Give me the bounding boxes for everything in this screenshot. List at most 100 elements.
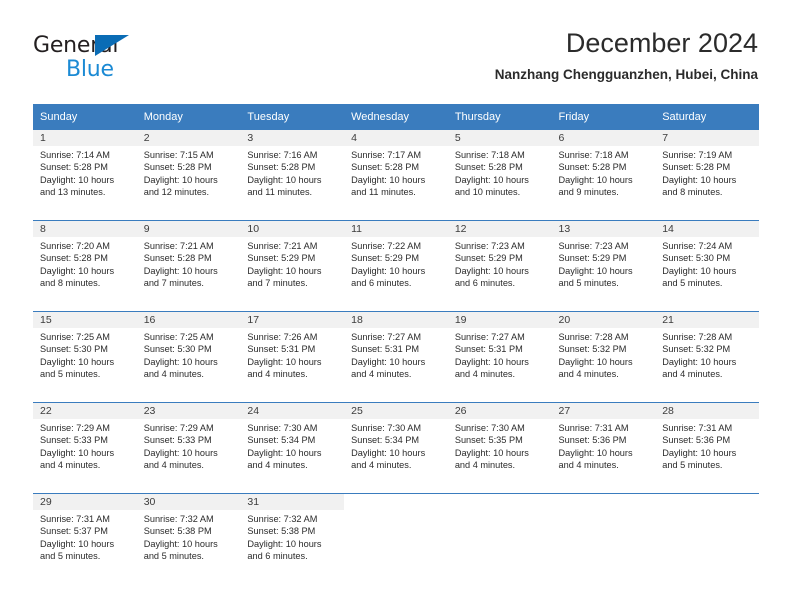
day-number: 21 — [655, 312, 759, 328]
day-number: 28 — [655, 403, 759, 419]
daylight-text-line2: and 4 minutes. — [143, 460, 204, 471]
day-details: Sunrise: 7:29 AM Sunset: 5:33 PM Daylight:… — [33, 419, 137, 472]
day-details: Sunrise: 7:28 AM Sunset: 5:32 PM Daylight:… — [655, 328, 759, 381]
day-cell-inner: 1 Sunrise: 7:14 AM Sunset: 5:28 PM Daylight… — [33, 130, 137, 220]
daylight-text-line1: Daylight: 10 hours — [143, 538, 218, 549]
sunset-text: Sunset: 5:29 PM — [247, 253, 316, 264]
calendar-page: General Blue December 2024 Nanzhang Chen… — [0, 0, 792, 612]
day-details: Sunrise: 7:18 AM Sunset: 5:28 PM Daylight:… — [552, 146, 656, 199]
day-details: Sunrise: 7:21 AM Sunset: 5:28 PM Daylight:… — [137, 237, 241, 290]
day-cell-inner: 8 Sunrise: 7:20 AM Sunset: 5:28 PM Daylight… — [33, 221, 137, 311]
title-block: December 2024 Nanzhang Chengguanzhen, Hu… — [495, 26, 758, 83]
calendar-day-cell[interactable]: 22 Sunrise: 7:29 AM Sunset: 5:33 PM Dayligh… — [33, 402, 137, 494]
sunset-text: Sunset: 5:34 PM — [351, 435, 420, 446]
calendar-day-cell[interactable]: 18 Sunrise: 7:27 AM Sunset: 5:31 PM Dayligh… — [344, 311, 448, 403]
calendar-day-cell[interactable]: 26 Sunrise: 7:30 AM Sunset: 5:35 PM Dayligh… — [447, 402, 552, 494]
daylight-text-line2: and 5 minutes. — [558, 278, 619, 289]
calendar-day-cell[interactable]: 24 Sunrise: 7:30 AM Sunset: 5:34 PM Dayligh… — [240, 402, 345, 494]
day-number: 6 — [551, 130, 656, 146]
sunrise-text: Sunrise: 7:29 AM — [143, 423, 214, 433]
calendar-day-cell[interactable]: 31 Sunrise: 7:32 AM Sunset: 5:38 PM Dayligh… — [240, 493, 345, 584]
sunrise-text: Sunrise: 7:15 AM — [143, 150, 214, 160]
calendar-day-cell[interactable]: 19 Sunrise: 7:27 AM Sunset: 5:31 PM Dayligh… — [447, 311, 552, 403]
calendar-day-cell[interactable]: 3 Sunrise: 7:16 AM Sunset: 5:28 PM Daylight… — [240, 129, 345, 221]
calendar-day-cell[interactable]: 13 Sunrise: 7:23 AM Sunset: 5:29 PM Dayligh… — [551, 220, 656, 312]
calendar-day-cell[interactable]: 21 Sunrise: 7:28 AM Sunset: 5:32 PM Dayligh… — [655, 311, 759, 403]
daylight-text-line2: and 5 minutes. — [662, 460, 723, 471]
daylight-text-line2: and 6 minutes. — [351, 278, 412, 289]
sunset-text: Sunset: 5:28 PM — [143, 253, 212, 264]
day-number — [448, 494, 552, 510]
sunset-text: Sunset: 5:29 PM — [454, 253, 523, 264]
sunrise-text: Sunrise: 7:30 AM — [247, 423, 318, 433]
page-title: December 2024 — [565, 28, 758, 58]
calendar-day-cell[interactable]: 6 Sunrise: 7:18 AM Sunset: 5:28 PM Daylight… — [551, 129, 656, 221]
sunset-text: Sunset: 5:38 PM — [143, 526, 212, 537]
sunrise-text: Sunrise: 7:31 AM — [40, 514, 110, 524]
day-details: Sunrise: 7:19 AM Sunset: 5:28 PM Daylight:… — [655, 146, 759, 199]
calendar-week-row: 15 Sunrise: 7:25 AM Sunset: 5:30 PM Dayligh… — [33, 311, 759, 403]
daylight-text-line1: Daylight: 10 hours — [351, 356, 426, 367]
sunrise-text: Sunrise: 7:31 AM — [662, 423, 733, 433]
weekday-header-saturday: Saturday — [655, 104, 759, 130]
logo-triangle-icon — [95, 35, 129, 56]
sunset-text: Sunset: 5:36 PM — [662, 435, 731, 446]
calendar-day-cell[interactable]: 30 Sunrise: 7:32 AM Sunset: 5:38 PM Dayligh… — [136, 493, 241, 584]
sunset-text: Sunset: 5:28 PM — [143, 162, 212, 173]
logo-text-blue: Blue — [66, 57, 114, 82]
calendar-day-cell[interactable]: 25 Sunrise: 7:30 AM Sunset: 5:34 PM Dayligh… — [344, 402, 448, 494]
calendar-day-cell[interactable]: 2 Sunrise: 7:15 AM Sunset: 5:28 PM Daylight… — [136, 129, 241, 221]
calendar-day-cell[interactable]: 4 Sunrise: 7:17 AM Sunset: 5:28 PM Daylight… — [344, 129, 448, 221]
calendar-day-cell[interactable]: 1 Sunrise: 7:14 AM Sunset: 5:28 PM Daylight… — [33, 129, 137, 221]
day-number: 19 — [447, 312, 552, 328]
day-number: 8 — [33, 221, 137, 237]
day-cell-inner: 29 Sunrise: 7:31 AM Sunset: 5:37 PM Dayligh… — [33, 494, 137, 584]
sunset-text: Sunset: 5:29 PM — [351, 253, 420, 264]
calendar-day-cell[interactable]: 5 Sunrise: 7:18 AM Sunset: 5:28 PM Daylight… — [447, 129, 552, 221]
calendar-day-cell[interactable]: 29 Sunrise: 7:31 AM Sunset: 5:37 PM Dayligh… — [33, 493, 137, 584]
calendar-day-cell[interactable]: 7 Sunrise: 7:19 AM Sunset: 5:28 PM Daylight… — [655, 129, 759, 221]
calendar-day-cell[interactable]: 28 Sunrise: 7:31 AM Sunset: 5:36 PM Dayligh… — [655, 402, 759, 494]
calendar-day-cell[interactable]: 14 Sunrise: 7:24 AM Sunset: 5:30 PM Dayligh… — [655, 220, 759, 312]
calendar-day-cell[interactable]: 8 Sunrise: 7:20 AM Sunset: 5:28 PM Daylight… — [33, 220, 137, 312]
day-number: 23 — [136, 403, 241, 419]
day-number: 7 — [655, 130, 759, 146]
calendar-week-row: 8 Sunrise: 7:20 AM Sunset: 5:28 PM Daylight… — [33, 220, 759, 312]
calendar-day-cell[interactable]: 10 Sunrise: 7:21 AM Sunset: 5:29 PM Dayligh… — [240, 220, 345, 312]
calendar-day-cell[interactable]: 9 Sunrise: 7:21 AM Sunset: 5:28 PM Daylight… — [136, 220, 241, 312]
calendar-day-cell[interactable]: 27 Sunrise: 7:31 AM Sunset: 5:36 PM Dayligh… — [551, 402, 656, 494]
day-number: 5 — [447, 130, 552, 146]
daylight-text-line2: and 4 minutes. — [351, 460, 412, 471]
day-cell-inner: 2 Sunrise: 7:15 AM Sunset: 5:28 PM Daylight… — [136, 130, 241, 220]
day-details: Sunrise: 7:24 AM Sunset: 5:30 PM Daylight:… — [655, 237, 759, 290]
day-number — [552, 494, 656, 510]
daylight-text-line1: Daylight: 10 hours — [40, 447, 115, 458]
day-details — [448, 510, 552, 513]
calendar-day-cell[interactable]: 11 Sunrise: 7:22 AM Sunset: 5:29 PM Dayligh… — [344, 220, 448, 312]
daylight-text-line2: and 5 minutes. — [40, 369, 101, 380]
calendar-day-cell[interactable]: 12 Sunrise: 7:23 AM Sunset: 5:29 PM Dayligh… — [447, 220, 552, 312]
day-cell-inner: 19 Sunrise: 7:27 AM Sunset: 5:31 PM Dayligh… — [447, 312, 552, 402]
day-cell-inner: 11 Sunrise: 7:22 AM Sunset: 5:29 PM Dayligh… — [344, 221, 448, 311]
day-number: 30 — [136, 494, 241, 510]
sunrise-text: Sunrise: 7:18 AM — [454, 150, 525, 160]
sunrise-text: Sunrise: 7:18 AM — [558, 150, 629, 160]
daylight-text-line2: and 4 minutes. — [247, 369, 308, 380]
calendar-day-cell[interactable]: 15 Sunrise: 7:25 AM Sunset: 5:30 PM Dayligh… — [33, 311, 137, 403]
day-cell-inner: 10 Sunrise: 7:21 AM Sunset: 5:29 PM Dayligh… — [240, 221, 345, 311]
calendar-day-cell[interactable]: 17 Sunrise: 7:26 AM Sunset: 5:31 PM Dayligh… — [240, 311, 345, 403]
sunrise-text: Sunrise: 7:28 AM — [558, 332, 629, 342]
calendar-day-cell[interactable]: 23 Sunrise: 7:29 AM Sunset: 5:33 PM Dayligh… — [136, 402, 241, 494]
daylight-text-line1: Daylight: 10 hours — [247, 174, 322, 185]
day-details: Sunrise: 7:32 AM Sunset: 5:38 PM Daylight:… — [240, 510, 344, 563]
day-number: 12 — [447, 221, 552, 237]
calendar-day-cell[interactable]: 16 Sunrise: 7:25 AM Sunset: 5:30 PM Dayligh… — [136, 311, 241, 403]
calendar-table: Sunday Monday Tuesday Wednesday Thursday… — [33, 104, 759, 584]
sunrise-text: Sunrise: 7:17 AM — [351, 150, 422, 160]
day-cell-inner — [552, 494, 656, 584]
calendar-day-cell[interactable]: 20 Sunrise: 7:28 AM Sunset: 5:32 PM Dayligh… — [551, 311, 656, 403]
day-cell-inner: 6 Sunrise: 7:18 AM Sunset: 5:28 PM Daylight… — [551, 130, 656, 220]
daylight-text-line1: Daylight: 10 hours — [454, 174, 529, 185]
daylight-text-line2: and 6 minutes. — [247, 551, 308, 562]
day-details: Sunrise: 7:20 AM Sunset: 5:28 PM Daylight:… — [33, 237, 137, 290]
